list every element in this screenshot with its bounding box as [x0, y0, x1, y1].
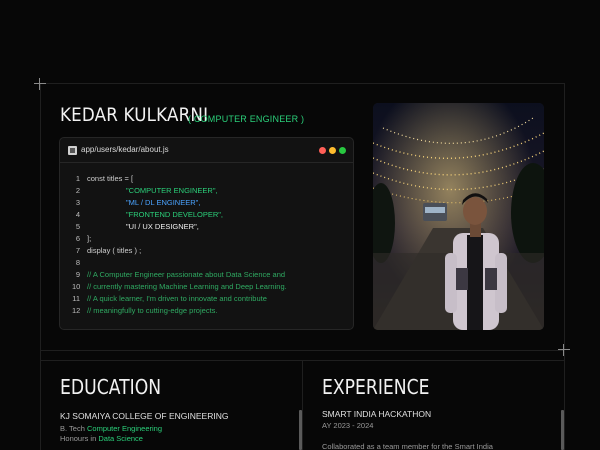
hero-name: KEDAR KULKARNI — [60, 104, 209, 126]
corner-plus-icon — [558, 344, 570, 356]
education-honours: Honours in Data Science — [60, 434, 143, 443]
code-comment: // currently mastering Machine Learning … — [87, 282, 287, 291]
code-window-header: app/users/kedar/about.js — [60, 138, 353, 163]
code-text: "FRONTEND DEVELOPER", — [126, 210, 224, 219]
honours-field: Data Science — [98, 434, 143, 443]
frame-line-divider — [302, 360, 303, 450]
profile-photo — [373, 103, 544, 330]
corner-plus-icon — [34, 78, 46, 90]
file-icon — [68, 146, 77, 155]
line-number: 6 — [75, 234, 80, 243]
code-text: "UI / UX DESIGNER", — [126, 222, 199, 231]
line-number: 9 — [75, 270, 80, 279]
line-number: 1 — [75, 174, 80, 183]
line-number: 4 — [75, 210, 80, 219]
code-text: "ML / DL ENGINEER", — [126, 198, 201, 207]
minimize-dot-icon[interactable] — [329, 147, 336, 154]
line-number: 2 — [75, 186, 80, 195]
line-number: 5 — [75, 222, 80, 231]
code-comment: // A quick learner, I'm driven to innova… — [87, 294, 267, 303]
line-number: 8 — [75, 258, 80, 267]
education-college: KJ SOMAIYA COLLEGE OF ENGINEERING — [60, 411, 229, 421]
frame-line-right — [564, 83, 565, 450]
experience-scrollbar[interactable] — [561, 410, 564, 450]
frame-line-top — [40, 83, 565, 84]
line-number: 3 — [75, 198, 80, 207]
honours-prefix: Honours in — [60, 434, 97, 443]
code-comment: // meaningfully to cutting-edge projects… — [87, 306, 218, 315]
code-comment: // A Computer Engineer passionate about … — [87, 270, 286, 279]
experience-year: AY 2023 - 2024 — [322, 421, 374, 430]
code-text: display ( titles ) ; — [87, 246, 142, 255]
profile-photo-image — [373, 103, 544, 330]
code-text: const titles = [ — [87, 174, 134, 183]
degree-prefix: B. Tech — [60, 424, 85, 433]
line-number: 11 — [72, 294, 80, 303]
experience-description: Collaborated as a team member for the Sm… — [322, 442, 493, 450]
code-text: "COMPUTER ENGINEER", — [126, 186, 218, 195]
code-text: ]; — [87, 234, 92, 243]
line-number: 7 — [75, 246, 80, 255]
maximize-dot-icon[interactable] — [339, 147, 346, 154]
education-scrollbar[interactable] — [299, 410, 302, 450]
education-title: EDUCATION — [60, 375, 162, 399]
degree-field: Computer Engineering — [86, 424, 163, 433]
file-path: app/users/kedar/about.js — [81, 145, 169, 154]
hero-role: ( COMPUTER ENGINEER ) — [188, 114, 305, 124]
code-window: app/users/kedar/about.js 1 const titles … — [59, 137, 354, 330]
experience-event: SMART INDIA HACKATHON — [322, 409, 432, 419]
frame-line-middle — [40, 350, 565, 351]
frame-line-left — [40, 83, 41, 450]
close-dot-icon[interactable] — [319, 147, 326, 154]
line-number: 10 — [72, 282, 81, 291]
experience-title: EXPERIENCE — [322, 375, 430, 399]
education-degree: B. Tech Computer Engineering — [60, 424, 162, 433]
line-number: 12 — [72, 306, 81, 315]
